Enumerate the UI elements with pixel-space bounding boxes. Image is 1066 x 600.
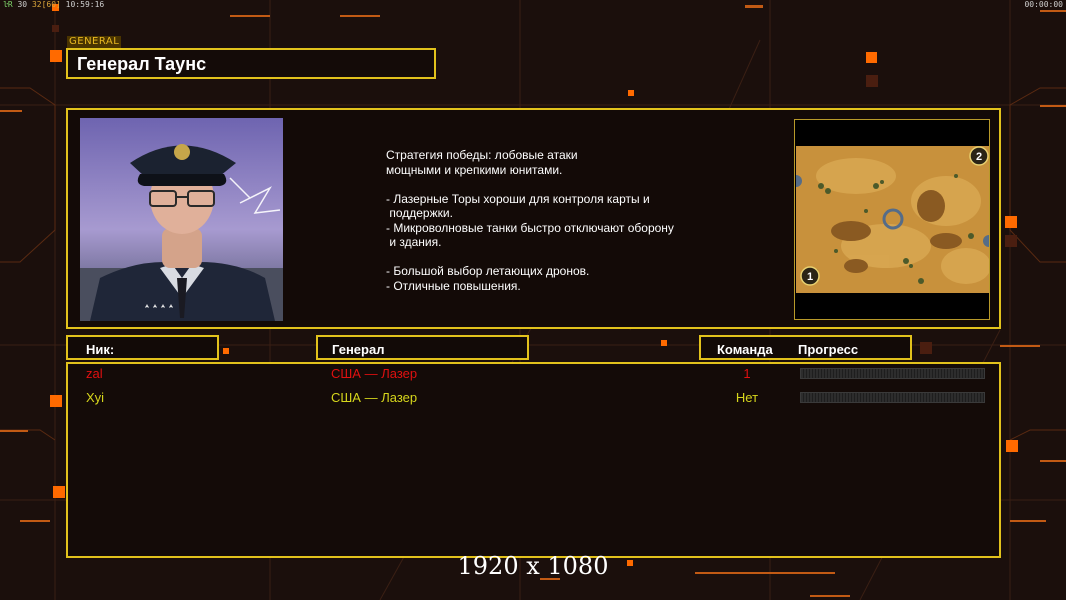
header-general-box: Генерал xyxy=(316,335,529,360)
map-preview-frame[interactable]: 2 1 xyxy=(794,119,990,320)
general-title-panel: Генерал Таунс xyxy=(66,48,436,79)
minimap[interactable]: 2 1 xyxy=(796,146,989,293)
start-position-2: 2 xyxy=(976,151,982,163)
hud-fps: 30 xyxy=(17,0,28,9)
general-name: Генерал Таунс xyxy=(77,54,207,74)
player-general: США — Лазер xyxy=(331,366,418,381)
hud-status-left: ŀR 30 32[60] 10:59:16 xyxy=(3,0,104,9)
player-team: Нет xyxy=(735,390,759,405)
hud-frame-cap: [60] xyxy=(41,0,61,9)
header-progress: Прогресс xyxy=(798,342,859,357)
header-team-progress-box: Команда Прогресс xyxy=(699,335,912,360)
player-general: США — Лазер xyxy=(331,390,418,405)
player-nick: zal xyxy=(86,366,103,381)
player-team: 1 xyxy=(743,366,751,381)
header-nick-box: Ник: xyxy=(66,335,219,360)
resolution-label: 1920 x 1080 xyxy=(457,552,609,580)
header-nick: Ник: xyxy=(86,342,115,357)
hud-flag: ŀR xyxy=(3,0,13,9)
hud-frame: 32 xyxy=(31,0,42,9)
general-tag: GENERAL xyxy=(67,36,122,48)
start-position-1: 1 xyxy=(807,271,813,283)
general-description: Стратегия победы: лобовые атаки мощными … xyxy=(386,148,674,293)
header-team: Команда xyxy=(717,342,773,357)
hud-clock: 10:59:16 xyxy=(65,0,105,9)
player-nick: Xyi xyxy=(86,390,105,405)
header-general: Генерал xyxy=(332,342,385,357)
player-progress-bar xyxy=(800,392,985,403)
player-progress-bar xyxy=(800,368,985,379)
hud-game-timer: 00:00:00 xyxy=(1024,0,1063,9)
general-portrait xyxy=(80,118,283,321)
